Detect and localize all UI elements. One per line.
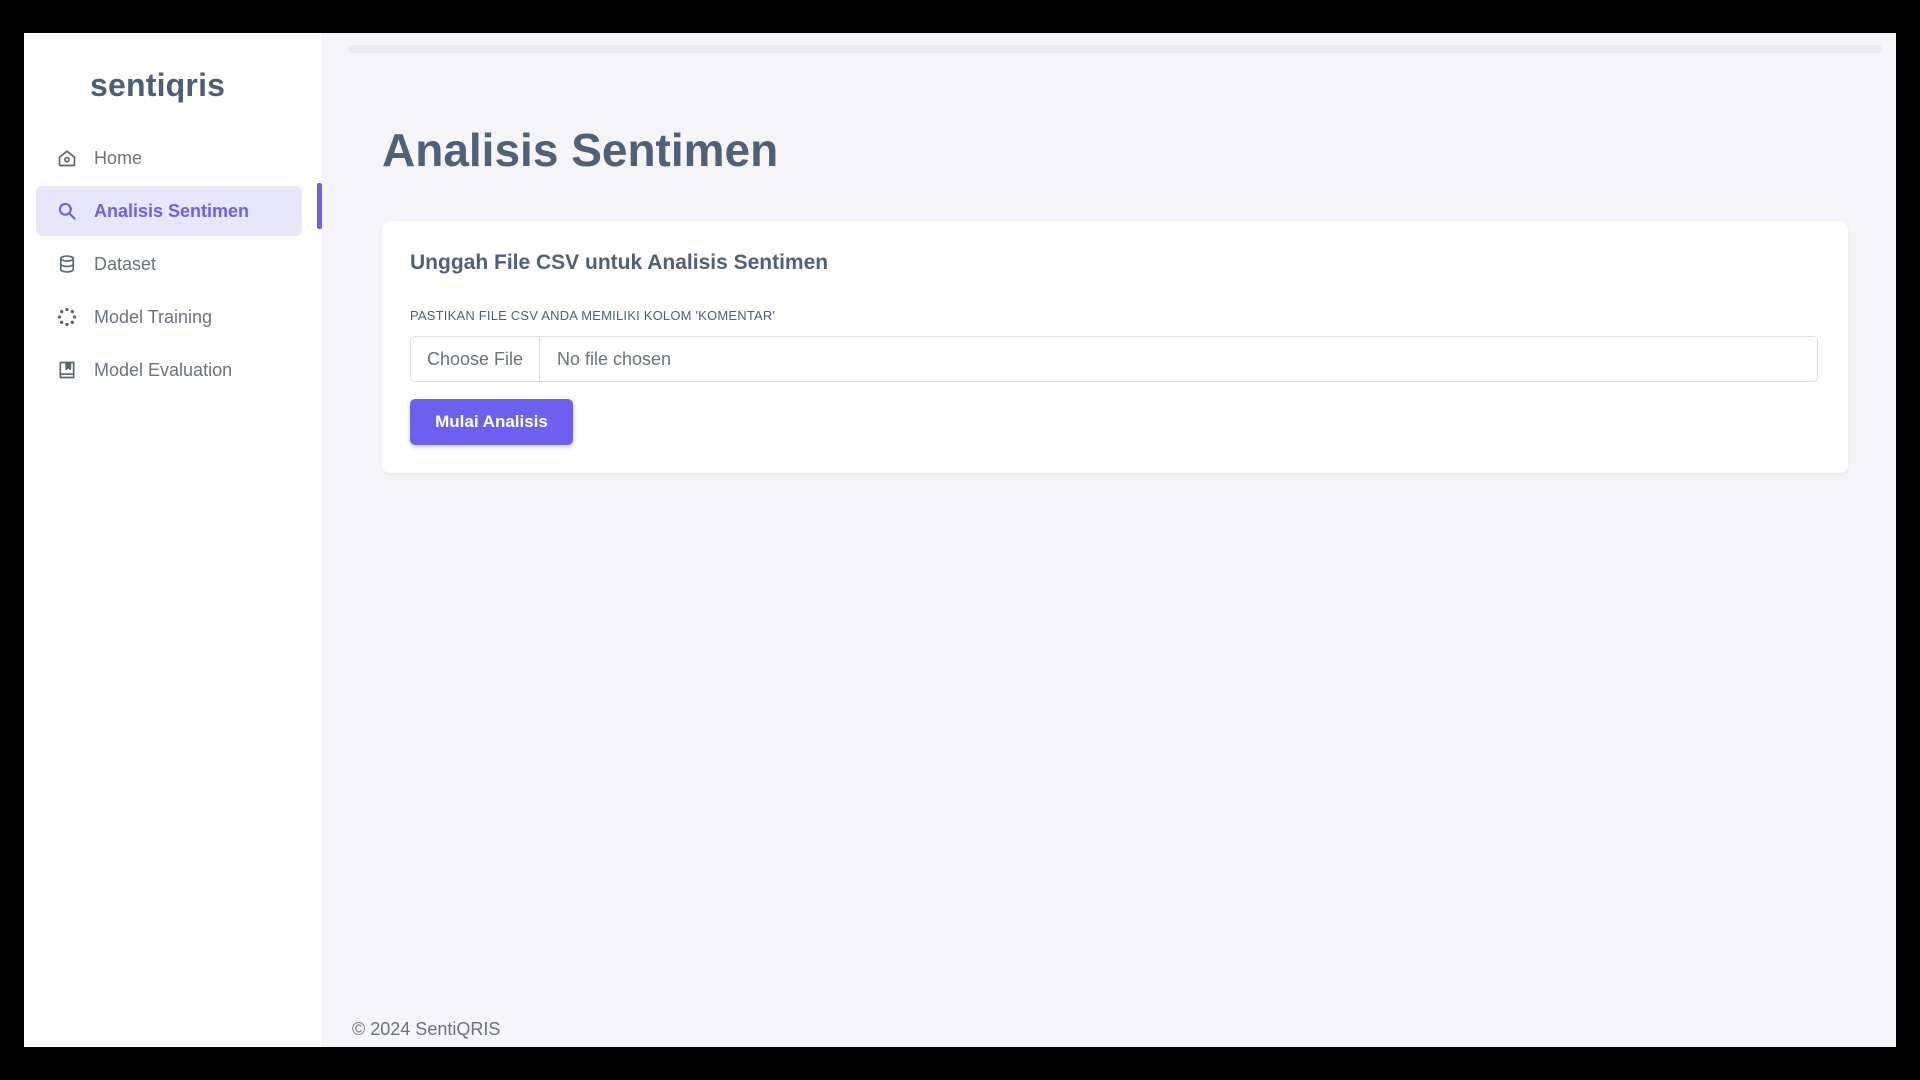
choose-file-button[interactable]: Choose File bbox=[411, 337, 540, 381]
sidebar-item-label: Model Evaluation bbox=[94, 359, 233, 380]
card-title: Unggah File CSV untuk Analisis Sentimen bbox=[410, 251, 829, 274]
sidebar-item-analisis-sentimen[interactable]: Analisis Sentimen bbox=[36, 186, 302, 236]
sidebar-item-model-training[interactable]: Model Training bbox=[36, 292, 302, 342]
file-input[interactable]: Choose File No file chosen bbox=[410, 336, 1818, 382]
sidebar-item-label: Dataset bbox=[94, 253, 157, 274]
footer-copyright: © 2024 SentiQRIS bbox=[352, 1019, 501, 1039]
home-icon bbox=[56, 147, 78, 169]
sidebar-nav: Home Analisis Sentimen Dataset Model Tra… bbox=[24, 133, 322, 398]
app-window: sentiqris Home Analisis Sentimen Dataset bbox=[24, 33, 1896, 1047]
top-divider bbox=[348, 45, 1882, 53]
file-status-text: No file chosen bbox=[557, 348, 672, 369]
spinner-icon bbox=[56, 306, 78, 328]
start-analysis-button[interactable]: Mulai Analisis bbox=[410, 399, 573, 445]
sidebar-item-dataset[interactable]: Dataset bbox=[36, 239, 302, 289]
brand-logo[interactable]: sentiqris bbox=[90, 67, 225, 104]
sidebar-item-model-evaluation[interactable]: Model Evaluation bbox=[36, 345, 302, 395]
search-icon bbox=[56, 200, 78, 222]
database-icon bbox=[56, 253, 78, 275]
main-content: Analisis Sentimen Unggah File CSV untuk … bbox=[322, 33, 1896, 1047]
sidebar: sentiqris Home Analisis Sentimen Dataset bbox=[24, 33, 322, 1047]
sidebar-item-home[interactable]: Home bbox=[36, 133, 302, 183]
sidebar-item-label: Home bbox=[94, 147, 143, 168]
sidebar-item-label: Analisis Sentimen bbox=[94, 200, 250, 221]
book-icon bbox=[56, 359, 78, 381]
sidebar-item-label: Model Training bbox=[94, 306, 213, 327]
csv-hint-label: PASTIKAN FILE CSV ANDA MEMILIKI KOLOM 'K… bbox=[410, 308, 776, 323]
upload-card: Unggah File CSV untuk Analisis Sentimen … bbox=[382, 221, 1848, 473]
page-title: Analisis Sentimen bbox=[382, 124, 779, 176]
